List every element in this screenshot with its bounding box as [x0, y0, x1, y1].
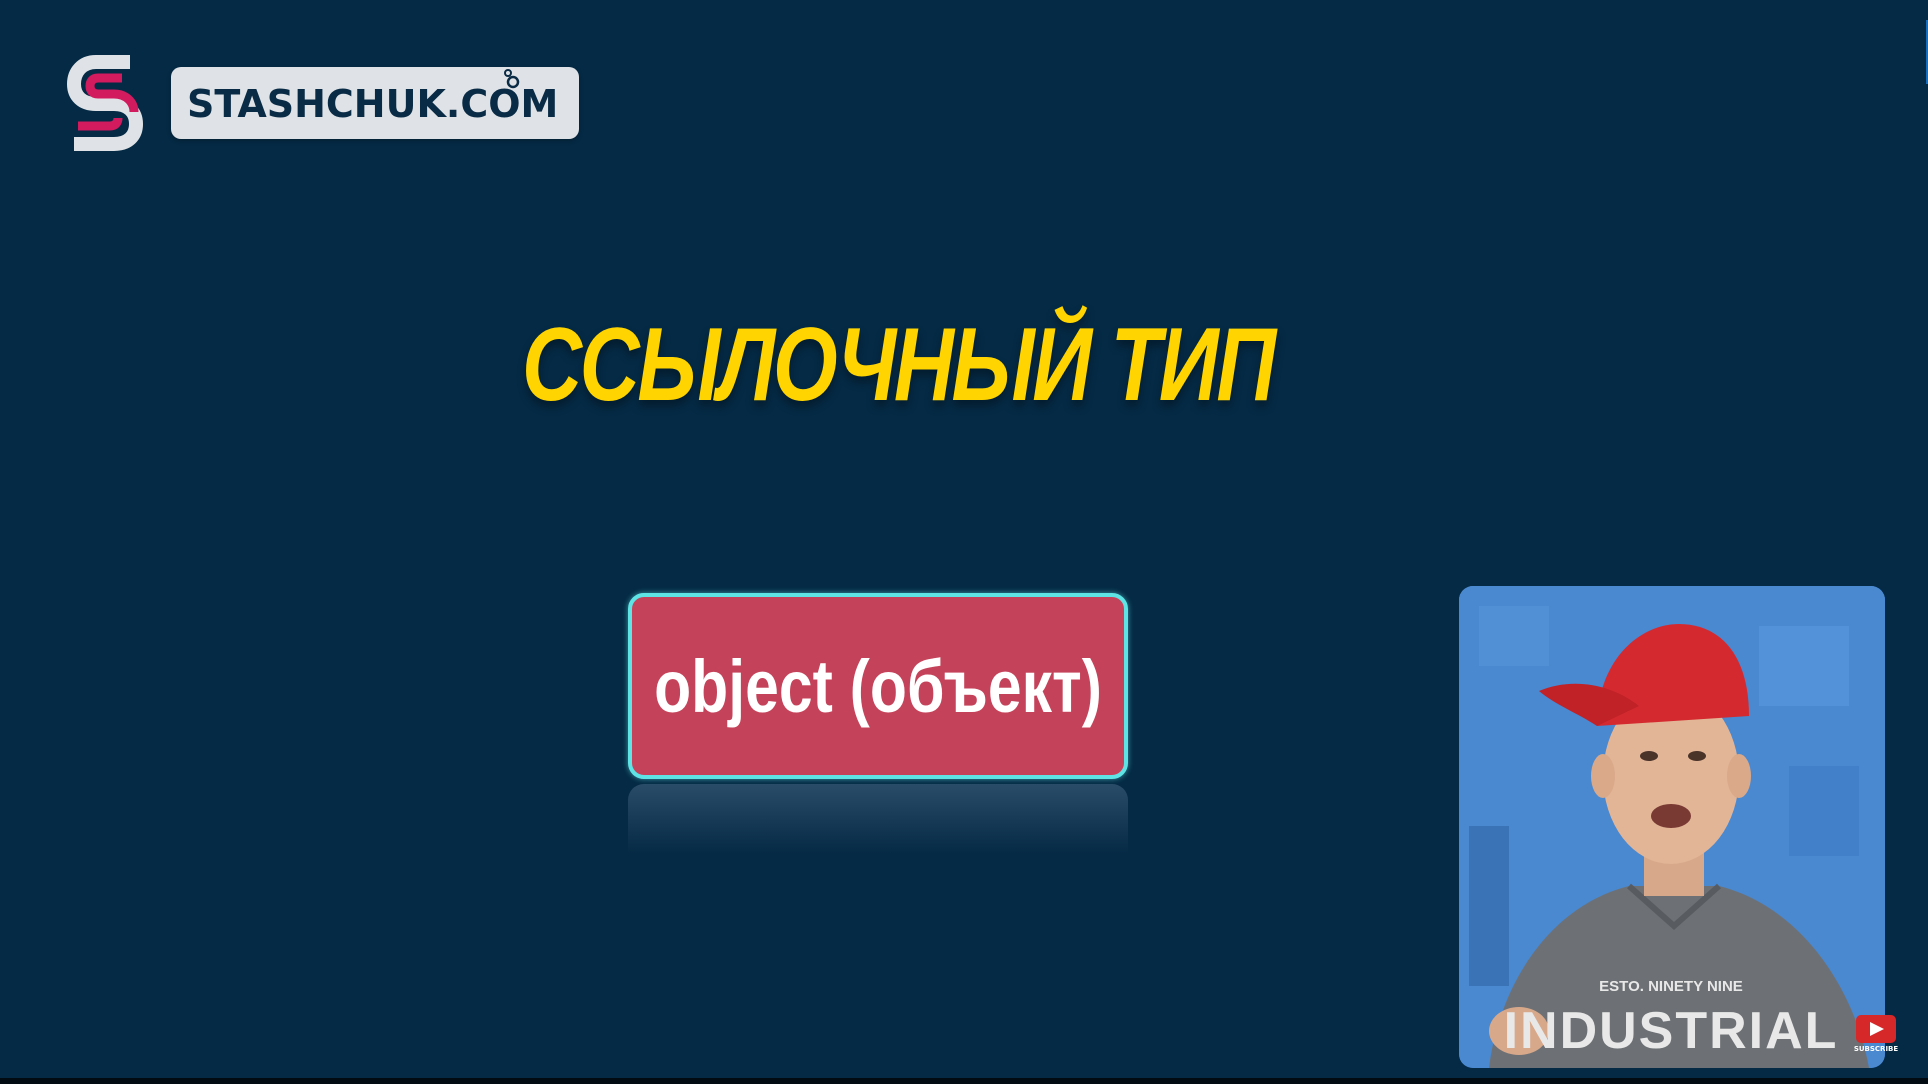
bottom-bar	[0, 1078, 1928, 1084]
video-slide: STASHCHUK.COM ССЫЛОЧНЫЙ ТИП object (объе…	[0, 0, 1928, 1084]
subscribe-label: SUBSCRIBE	[1853, 1045, 1899, 1053]
object-type-label: object (объект)	[654, 644, 1102, 728]
youtube-play-icon	[1856, 1015, 1896, 1043]
object-type-box: object (объект)	[628, 593, 1128, 779]
object-box-reflection	[628, 784, 1128, 854]
stashchuk-logo-icon	[66, 55, 144, 151]
subscribe-button[interactable]: SUBSCRIBE	[1854, 1015, 1898, 1055]
play-icon	[1870, 1022, 1884, 1036]
brand-name-badge: STASHCHUK.COM	[171, 67, 579, 139]
shirt-text-main: INDUSTRIAL	[1504, 1002, 1839, 1060]
presenter-image: ESTO. NINETY NINE INDUSTRIAL	[1459, 586, 1885, 1068]
presenter-webcam: ESTO. NINETY NINE INDUSTRIAL	[1459, 586, 1885, 1068]
shirt-text-top: ESTO. NINETY NINE	[1599, 978, 1743, 995]
gear-icon	[504, 69, 520, 89]
slide-title: ССЫЛОЧНЫЙ ТИП	[522, 307, 1276, 423]
